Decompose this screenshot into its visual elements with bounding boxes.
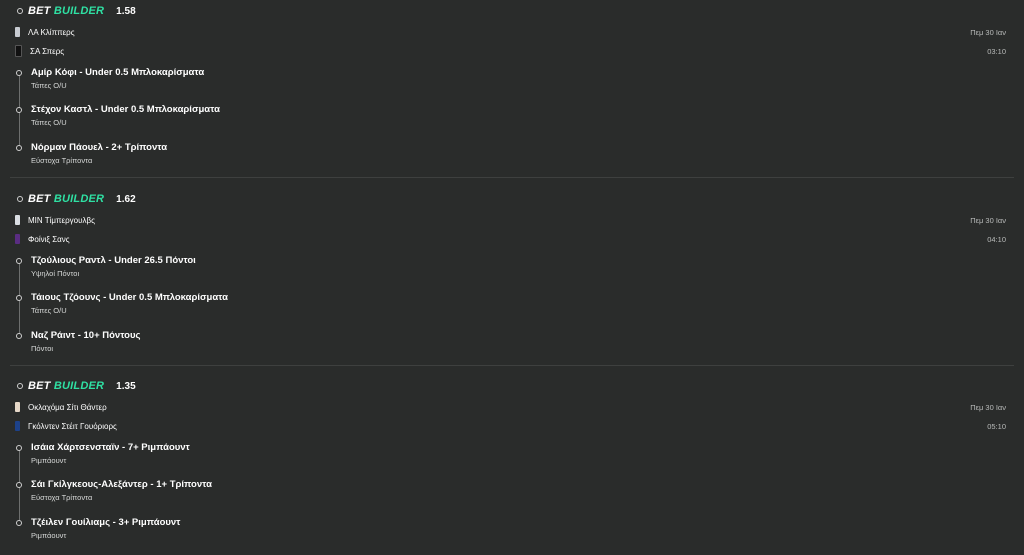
jersey-icon <box>15 27 20 37</box>
home-team-name: Οκλαχόμα Σίτι Θάντερ <box>28 402 107 412</box>
away-team-name: Γκόλντεν Στέιτ Γουόριορς <box>28 421 117 431</box>
selection-dot-icon <box>16 70 22 76</box>
home-team-name: ΜΙΝ Τίμπεργουλβς <box>28 215 95 225</box>
selection-market: Τάπες Ο/U <box>31 118 67 127</box>
bet-builder-card[interactable]: BET BUILDER 1.35 Οκλαχόμα Σίτι Θάντερ Γκ… <box>0 375 1024 555</box>
away-team-name: ΣΑ Σπερς <box>30 46 65 56</box>
selection-title: Τζούλιους Ραντλ - Under 26.5 Πόντοι <box>31 255 196 266</box>
selection-market: Εύστοχα Τρίποντα <box>31 493 93 502</box>
section-divider <box>10 365 1014 366</box>
away-team[interactable]: Φοίνιξ Σανς <box>15 233 70 245</box>
jersey-icon <box>15 421 20 431</box>
match-time: 04:10 <box>987 235 1006 244</box>
header-dot-icon <box>17 383 23 389</box>
selection-title: Τάιους Τζόουνς - Under 0.5 Μπλοκαρίσματα <box>31 292 228 303</box>
brand-builder: BUILDER <box>53 193 105 205</box>
jersey-icon <box>15 215 20 225</box>
home-team[interactable]: Οκλαχόμα Σίτι Θάντερ <box>15 401 107 413</box>
selection-dot-icon <box>16 445 22 451</box>
home-team-name: ΛΑ Κλίππερς <box>28 27 75 37</box>
selection-market: Πόντοι <box>31 344 54 353</box>
selection-title: Τζέιλεν Γουίλιαμς - 3+ Ριμπάουντ <box>31 517 181 528</box>
match-date: Πεμ 30 Ιαν <box>970 216 1006 225</box>
match-date: Πεμ 30 Ιαν <box>970 28 1006 37</box>
total-odds: 1.62 <box>116 193 136 205</box>
selection-market: Υψηλοί Πόντοι <box>31 269 80 278</box>
selection-market: Τάπες Ο/U <box>31 81 67 90</box>
brand-bet: BET <box>28 380 51 392</box>
match-time: 05:10 <box>987 422 1006 431</box>
selection-title: Νόρμαν Πάουελ - 2+ Τρίποντα <box>31 142 168 153</box>
selection-market: Ριμπάουντ <box>31 531 67 540</box>
brand-builder: BUILDER <box>53 5 105 17</box>
total-odds: 1.35 <box>116 380 136 392</box>
header-dot-icon <box>17 196 23 202</box>
selection-dot-icon <box>16 295 22 301</box>
section-divider <box>10 177 1014 178</box>
selection-title: Στέχον Καστλ - Under 0.5 Μπλοκαρίσματα <box>31 104 220 115</box>
brand-bet: BET <box>28 193 51 205</box>
away-team-name: Φοίνιξ Σανς <box>28 234 70 244</box>
jersey-icon <box>15 234 20 244</box>
bet-builder-card[interactable]: BET BUILDER 1.58 ΛΑ Κλίππερς ΣΑ Σπερς Πε… <box>0 0 1024 187</box>
total-odds: 1.58 <box>116 5 136 17</box>
selection-title: Σάι Γκίλγκεους-Αλεξάντερ - 1+ Τρίποντα <box>31 479 212 490</box>
bet-builder-logo: BET BUILDER <box>28 380 104 392</box>
selection-dot-icon <box>16 145 22 151</box>
bet-builder-list: BET BUILDER 1.58 ΛΑ Κλίππερς ΣΑ Σπερς Πε… <box>0 0 1024 555</box>
selection-dot-icon <box>16 333 22 339</box>
selection-dot-icon <box>16 520 22 526</box>
jersey-icon <box>15 402 20 412</box>
brand-builder: BUILDER <box>53 380 105 392</box>
selection-market: Ριμπάουντ <box>31 456 67 465</box>
bet-builder-header: BET BUILDER 1.62 <box>17 192 136 206</box>
match-date: Πεμ 30 Ιαν <box>970 403 1006 412</box>
selection-dot-icon <box>16 107 22 113</box>
selection-title: Αμίρ Κόφι - Under 0.5 Μπλοκαρίσματα <box>31 67 205 78</box>
selection-title: Ισάια Χάρτσενσταϊν - 7+ Ριμπάουντ <box>31 442 190 453</box>
selection-title: Ναζ Ράιντ - 10+ Πόντους <box>31 330 141 341</box>
match-time: 03:10 <box>987 47 1006 56</box>
brand-bet: BET <box>28 5 51 17</box>
bet-builder-logo: BET BUILDER <box>28 193 104 205</box>
home-team[interactable]: ΛΑ Κλίππερς <box>15 26 75 38</box>
selection-dot-icon <box>16 258 22 264</box>
bet-builder-header: BET BUILDER 1.35 <box>17 379 136 393</box>
away-team[interactable]: ΣΑ Σπερς <box>15 45 64 57</box>
away-team[interactable]: Γκόλντεν Στέιτ Γουόριορς <box>15 420 117 432</box>
header-dot-icon <box>17 8 23 14</box>
jersey-icon <box>15 45 22 57</box>
bet-builder-card[interactable]: BET BUILDER 1.62 ΜΙΝ Τίμπεργουλβς Φοίνιξ… <box>0 188 1024 375</box>
selection-dot-icon <box>16 482 22 488</box>
bet-builder-logo: BET BUILDER <box>28 5 104 17</box>
selection-market: Τάπες Ο/U <box>31 306 67 315</box>
home-team[interactable]: ΜΙΝ Τίμπεργουλβς <box>15 214 95 226</box>
selection-market: Εύστοχα Τρίποντα <box>31 156 93 165</box>
bet-builder-header: BET BUILDER 1.58 <box>17 4 136 18</box>
